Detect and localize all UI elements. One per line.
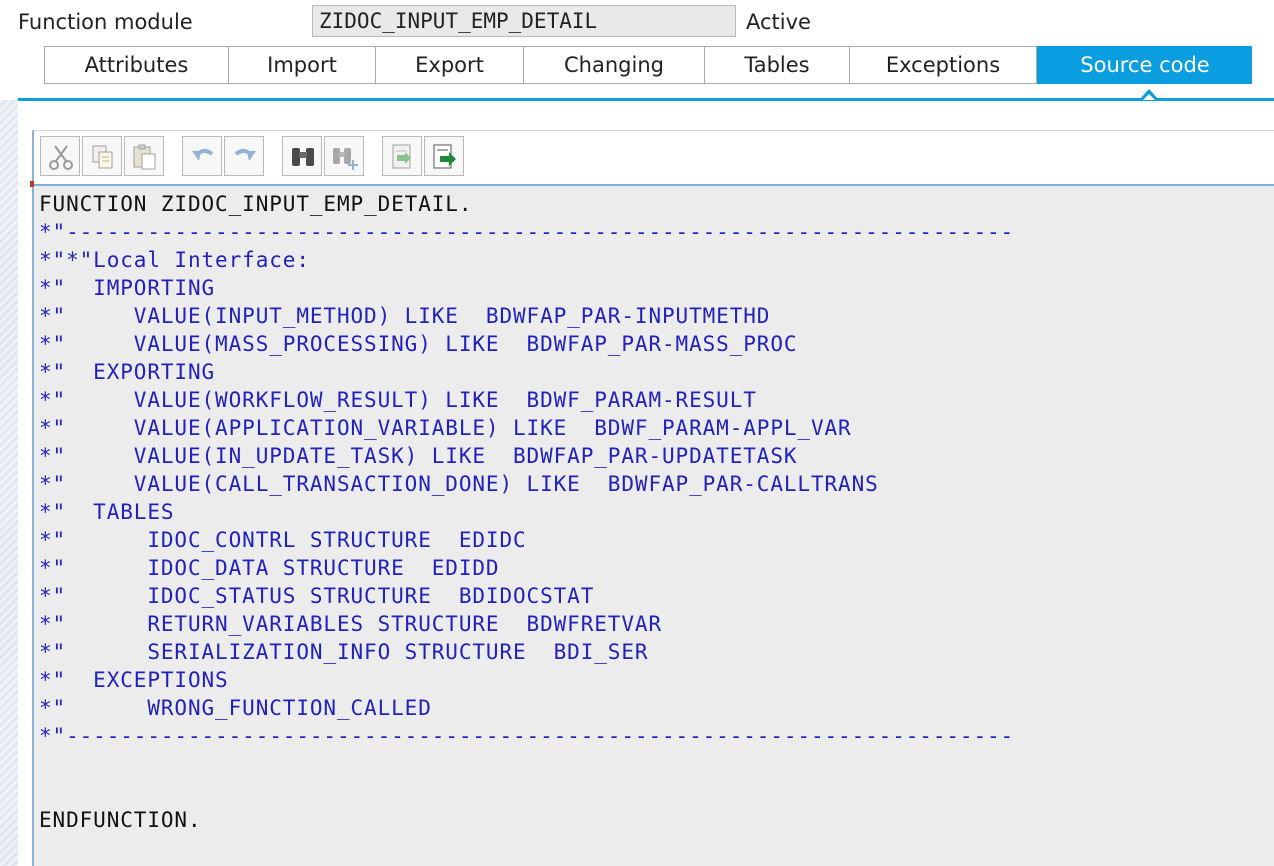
code-line-19: *" WRONG_FUNCTION_CALLED <box>39 696 432 720</box>
find-next-icon <box>333 148 358 170</box>
redo-button[interactable] <box>224 136 264 176</box>
undo-icon <box>192 149 214 161</box>
tab-import[interactable]: Import <box>228 46 375 84</box>
code-line-16: *" RETURN_VARIABLES STRUCTURE BDWFRETVAR <box>39 612 662 636</box>
function-module-name-field[interactable]: ZIDOC_INPUT_EMP_DETAIL <box>312 5 736 37</box>
find-button[interactable] <box>282 136 322 176</box>
insert-pattern-icon <box>392 144 411 169</box>
tab-source-code[interactable]: Source code <box>1037 46 1252 84</box>
copy-icon <box>92 145 113 169</box>
code-line-24: ENDFUNCTION. <box>39 808 202 832</box>
code-line-18: *" EXCEPTIONS <box>39 668 229 692</box>
code-line-9: *" VALUE(APPLICATION_VARIABLE) LIKE BDWF… <box>39 416 852 440</box>
cut-button[interactable] <box>40 136 80 176</box>
code-line-15: *" IDOC_STATUS STRUCTURE BDIDOCSTAT <box>39 584 595 608</box>
pretty-printer-button[interactable] <box>424 136 464 176</box>
code-line-11: *" VALUE(CALL_TRANSACTION_DONE) LIKE BDW… <box>39 472 879 496</box>
undo-button[interactable] <box>182 136 222 176</box>
tab-bar: Attributes Import Export Changing Tables… <box>44 46 1252 84</box>
code-line-3: *"*"Local Interface: <box>39 248 310 272</box>
insert-pattern-button[interactable] <box>382 136 422 176</box>
cut-icon <box>49 145 73 170</box>
tab-export[interactable]: Export <box>375 46 523 84</box>
active-tab-notch-inner <box>1143 94 1155 100</box>
code-line-1: FUNCTION ZIDOC_INPUT_EMP_DETAIL. <box>39 192 473 216</box>
tab-exceptions[interactable]: Exceptions <box>849 46 1037 84</box>
status-text: Active <box>746 10 811 34</box>
code-line-14: *" IDOC_DATA STRUCTURE EDIDD <box>39 556 500 580</box>
tab-tables[interactable]: Tables <box>704 46 849 84</box>
code-line-20: *"--------------------------------------… <box>39 724 1015 748</box>
function-module-label: Function module <box>18 10 193 34</box>
paste-button[interactable] <box>124 136 164 176</box>
code-line-13: *" IDOC_CONTRL STRUCTURE EDIDC <box>39 528 527 552</box>
code-line-2: *"--------------------------------------… <box>39 220 1015 244</box>
code-line-8: *" VALUE(WORKFLOW_RESULT) LIKE BDWF_PARA… <box>39 388 757 412</box>
paste-icon <box>133 144 156 170</box>
editor-toolbar <box>38 136 638 178</box>
tab-changing[interactable]: Changing <box>523 46 704 84</box>
find-icon <box>292 148 314 166</box>
pretty-printer-icon <box>433 144 456 169</box>
redo-icon <box>234 149 256 161</box>
tab-attributes[interactable]: Attributes <box>44 46 228 84</box>
code-line-4: *" IMPORTING <box>39 276 216 300</box>
source-code-editor[interactable]: FUNCTION ZIDOC_INPUT_EMP_DETAIL. *"-----… <box>34 184 1274 866</box>
code-line-17: *" SERIALIZATION_INFO STRUCTURE BDI_SER <box>39 640 649 664</box>
code-line-6: *" VALUE(MASS_PROCESSING) LIKE BDWFAP_PA… <box>39 332 798 356</box>
left-edge-strip <box>0 100 18 866</box>
copy-button[interactable] <box>82 136 122 176</box>
code-line-5: *" VALUE(INPUT_METHOD) LIKE BDWFAP_PAR-I… <box>39 304 771 328</box>
code-line-7: *" EXPORTING <box>39 360 216 384</box>
tab-underline <box>18 98 1274 101</box>
find-next-button[interactable] <box>324 136 364 176</box>
code-line-10: *" VALUE(IN_UPDATE_TASK) LIKE BDWFAP_PAR… <box>39 444 798 468</box>
code-line-12: *" TABLES <box>39 500 175 524</box>
